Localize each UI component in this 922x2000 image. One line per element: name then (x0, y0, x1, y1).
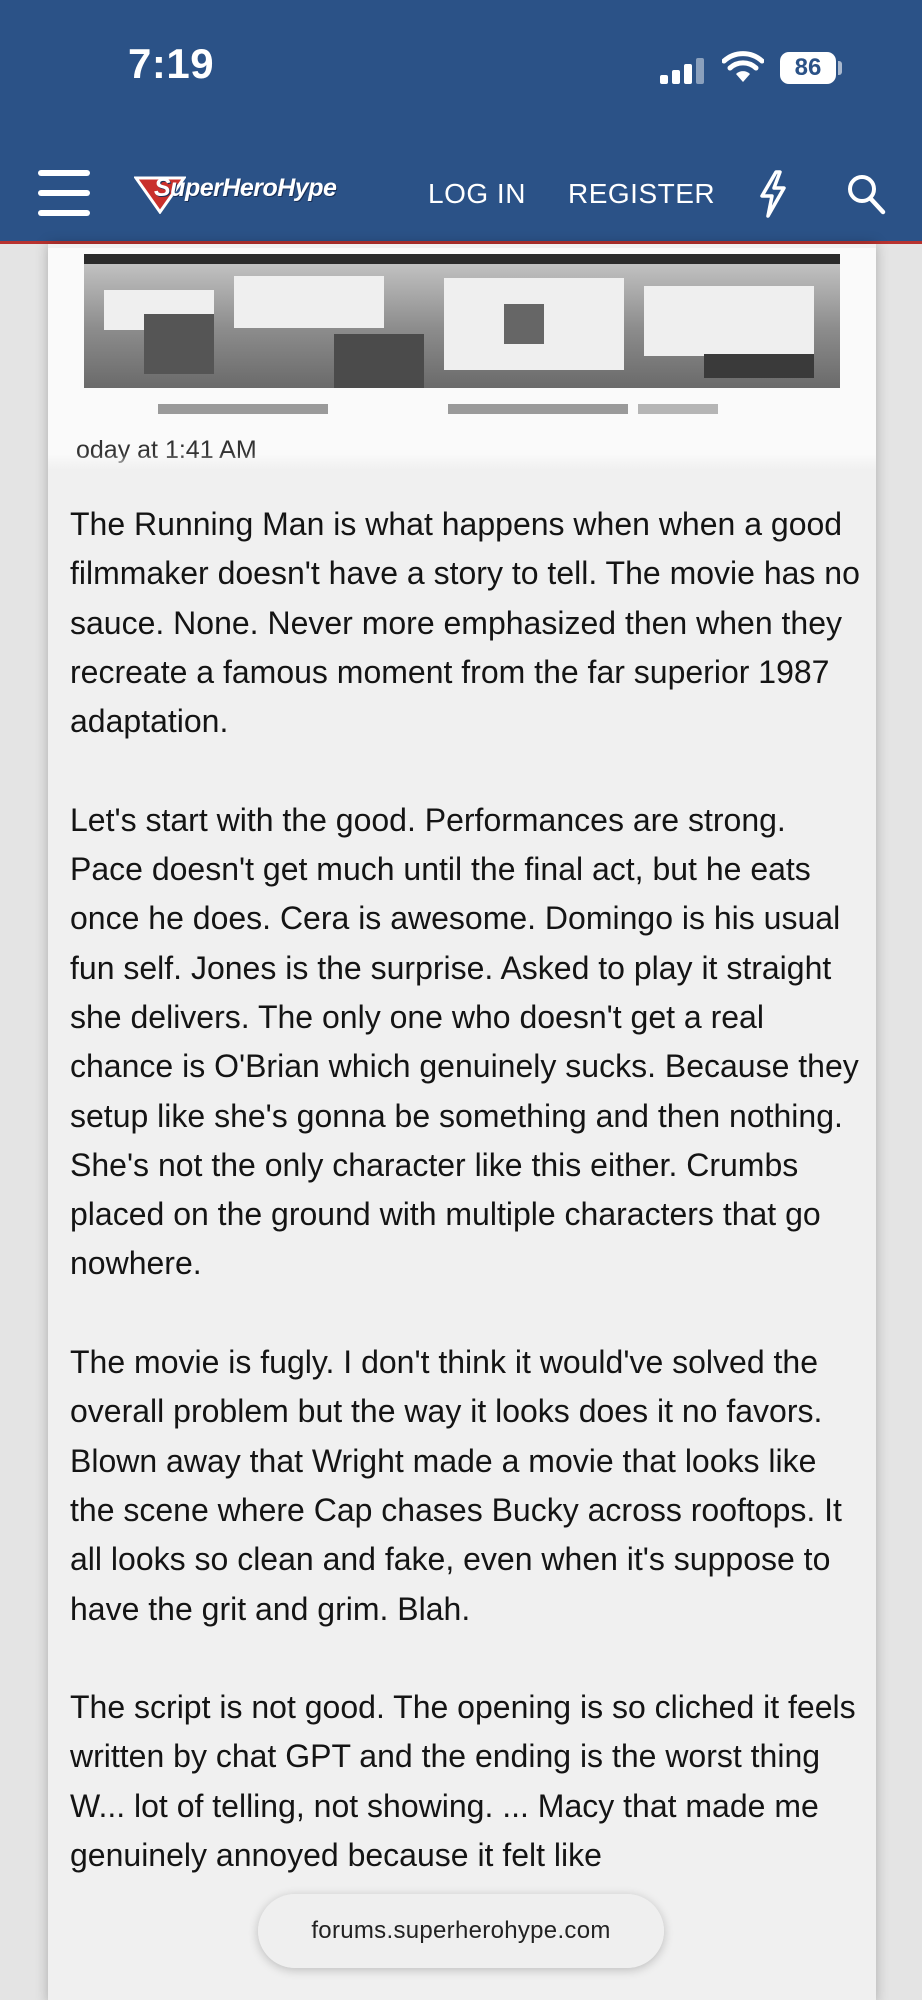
post-paragraph: The Running Man is what happens when whe… (70, 506, 860, 740)
site-logo[interactable]: SuperHeroHype (134, 168, 366, 220)
post-body: The Running Man is what happens when whe… (70, 500, 860, 1930)
embed-fade (48, 454, 876, 470)
forum-post: oday at 1:41 AM The Running Man is what … (48, 244, 876, 2000)
embedded-image-quote[interactable]: oday at 1:41 AM (48, 248, 876, 470)
register-link[interactable]: REGISTER (568, 178, 715, 210)
status-bar: 7:19 86 (0, 0, 922, 150)
status-time: 7:19 (128, 40, 215, 87)
logo-text: SuperHeroHype (154, 174, 337, 202)
lightning-bolt-icon[interactable] (756, 170, 790, 218)
hamburger-menu-icon[interactable] (38, 170, 90, 216)
post-paragraph: Let's start with the good. Performances … (70, 801, 859, 1282)
wifi-icon (722, 51, 764, 82)
embedded-image-subtext (158, 404, 718, 414)
cellular-signal-icon (660, 58, 706, 84)
browser-url-bar[interactable]: forums.superherohype.com (258, 1894, 664, 1968)
post-paragraph: The movie is fugly. I don't think it wou… (70, 1344, 842, 1627)
search-icon[interactable] (846, 172, 886, 216)
post-paragraph: The script is not good. The opening is s… (70, 1689, 856, 1874)
login-link[interactable]: LOG IN (428, 178, 526, 210)
site-nav-bar: SuperHeroHype LOG IN REGISTER (0, 150, 922, 244)
embedded-image (84, 254, 840, 388)
battery-indicator: 86 (780, 52, 836, 84)
battery-nub (838, 61, 842, 75)
page: 7:19 86 SuperHeroHype LOG IN REGISTER od… (0, 0, 922, 2000)
